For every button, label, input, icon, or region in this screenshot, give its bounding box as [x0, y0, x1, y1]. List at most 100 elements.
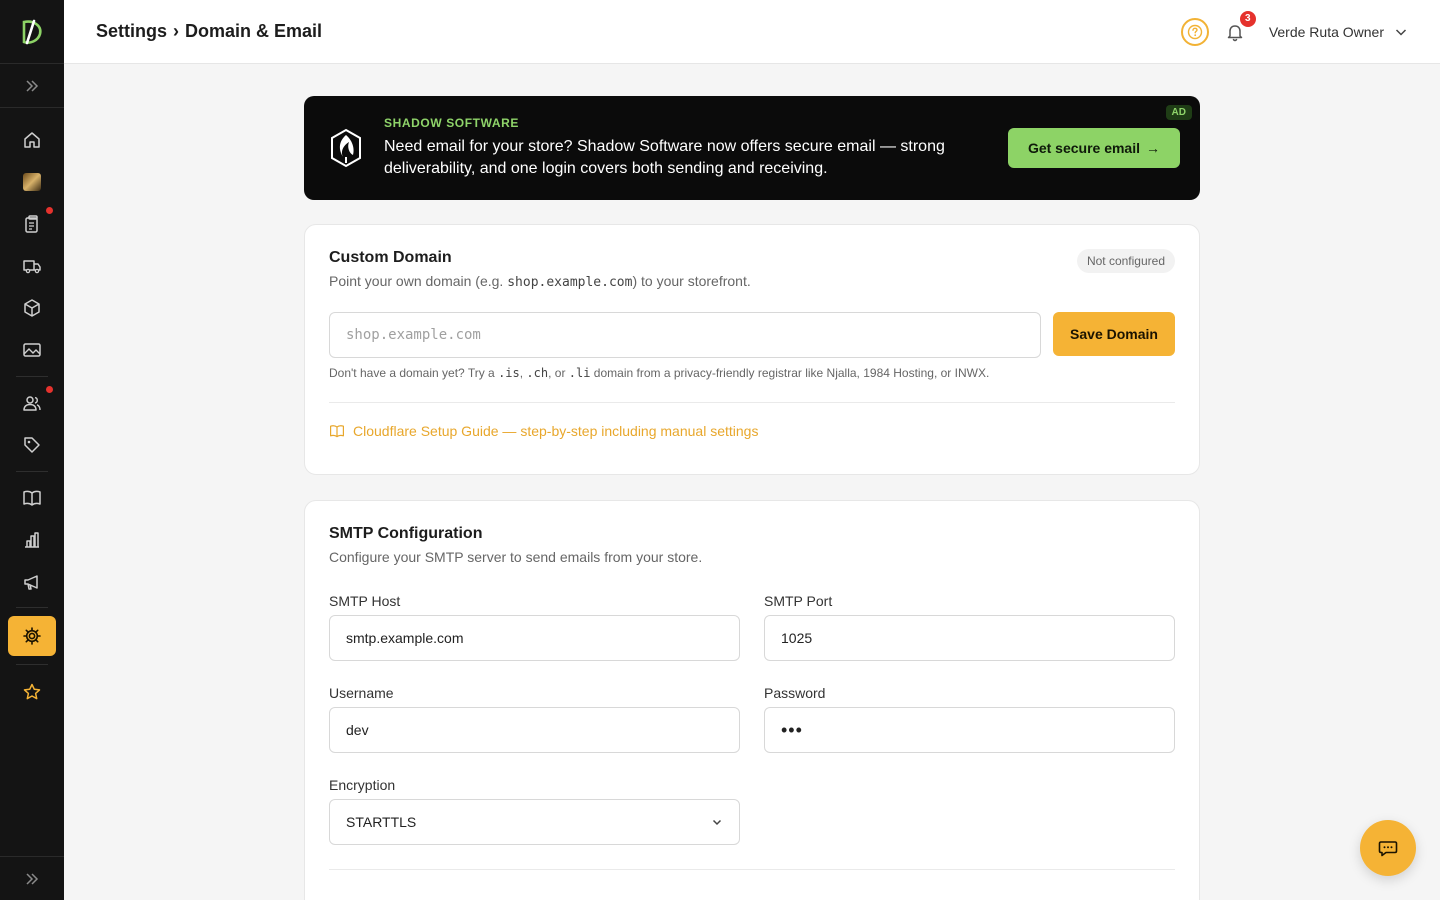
save-domain-button[interactable]: Save Domain	[1053, 312, 1175, 356]
domain-input[interactable]: shop.example.com	[329, 312, 1041, 358]
sidebar-separator	[16, 376, 48, 377]
hint-tld: .is	[498, 366, 520, 380]
get-secure-email-button[interactable]: Get secure email →	[1007, 128, 1180, 168]
smtp-port-label: SMTP Port	[764, 593, 833, 609]
app-logo[interactable]	[0, 0, 64, 64]
custom-domain-title: Custom Domain	[329, 249, 452, 266]
hint-text: domain from a privacy-friendly registrar…	[590, 366, 990, 380]
arrow-right-icon: →	[1146, 140, 1160, 156]
breadcrumb: Settings › Domain & Email	[96, 21, 322, 42]
description-text: ) to your storefront.	[632, 273, 751, 289]
sidebar-item-home[interactable]	[8, 120, 56, 160]
sidebar-expand-button[interactable]	[0, 64, 64, 108]
sidebar-item-store-avatar[interactable]	[8, 162, 56, 202]
sidebar	[0, 0, 64, 900]
chevron-down-icon	[1395, 28, 1407, 36]
question-icon	[1187, 24, 1203, 39]
smtp-config-card: SMTP Configuration Configure your SMTP s…	[304, 500, 1200, 900]
encryption-select[interactable]: STARTTLS	[329, 799, 740, 845]
breadcrumb-separator: ›	[173, 21, 180, 41]
hint-tld: .li	[568, 366, 591, 380]
book-open-icon	[23, 490, 41, 506]
page-title: Domain & Email	[185, 21, 323, 41]
sidebar-item-settings[interactable]	[8, 616, 56, 656]
sidebar-item-analytics[interactable]	[8, 520, 56, 560]
top-header: Settings › Domain & Email 3 Verde Ruta O…	[64, 0, 1440, 64]
clipboard-icon	[25, 215, 38, 233]
hint-text: , or	[548, 366, 569, 380]
sidebar-collapse-button[interactable]	[0, 856, 64, 900]
sidebar-item-favorites[interactable]	[8, 672, 56, 712]
sidebar-item-shipping[interactable]	[8, 246, 56, 286]
ad-brand: SHADOW SOFTWARE	[384, 116, 519, 130]
smtp-host-field: SMTP Host smtp.example.com	[329, 593, 740, 661]
smtp-port-field: SMTP Port 1025	[764, 593, 1175, 661]
help-button[interactable]	[1180, 17, 1209, 46]
hint-text: Don't have a domain yet? Try a	[329, 366, 499, 380]
tag-icon	[24, 437, 40, 453]
notification-count-badge: 3	[1239, 10, 1256, 27]
chevron-down-icon	[712, 819, 722, 826]
ad-banner: SHADOW SOFTWARE Need email for your stor…	[304, 96, 1200, 200]
star-icon	[23, 683, 41, 700]
sidebar-separator	[16, 664, 48, 665]
bar-chart-icon	[25, 532, 39, 548]
domain-hint: Don't have a domain yet? Try a .is, .ch,…	[329, 366, 1175, 380]
megaphone-icon	[24, 575, 38, 590]
username-label: Username	[329, 685, 394, 701]
sidebar-item-discounts[interactable]	[8, 425, 56, 465]
double-chevron-right-icon	[26, 872, 39, 885]
custom-domain-description: Point your own domain (e.g. shop.example…	[329, 273, 1175, 290]
truck-icon	[23, 260, 41, 274]
main-content: SHADOW SOFTWARE Need email for your stor…	[304, 96, 1200, 900]
description-text: Point your own domain (e.g.	[329, 273, 508, 289]
chat-icon	[1378, 841, 1398, 857]
gear-icon	[23, 627, 41, 645]
app-logo-icon	[22, 19, 42, 44]
smtp-title: SMTP Configuration	[329, 525, 483, 542]
sidebar-item-docs[interactable]	[8, 478, 56, 518]
password-input[interactable]: •••	[764, 707, 1175, 753]
breadcrumb-settings[interactable]: Settings	[96, 21, 167, 42]
password-label: Password	[764, 685, 826, 701]
ad-message: Need email for your store? Shadow Softwa…	[384, 138, 945, 177]
sidebar-item-marketing[interactable]	[8, 562, 56, 602]
domain-status-badge: Not configured	[1076, 249, 1175, 273]
smtp-host-input[interactable]: smtp.example.com	[329, 615, 740, 661]
box-icon	[24, 299, 40, 317]
encryption-label: Encryption	[329, 777, 396, 793]
username-input[interactable]: dev	[329, 707, 740, 753]
home-icon	[24, 132, 40, 148]
smtp-host-label: SMTP Host	[329, 593, 401, 609]
user-name: Verde Ruta Owner	[1268, 23, 1384, 40]
cloudflare-guide-label: Cloudflare Setup Guide — step-by-step in…	[353, 423, 759, 439]
smtp-port-input[interactable]: 1025	[764, 615, 1175, 661]
image-icon	[23, 343, 41, 357]
get-secure-email-label: Get secure email	[1027, 140, 1140, 156]
double-chevron-right-icon	[26, 79, 39, 92]
chat-button[interactable]	[1360, 820, 1416, 876]
store-avatar-icon	[23, 173, 41, 191]
divider	[329, 402, 1175, 403]
smtp-description: Configure your SMTP server to send email…	[329, 549, 703, 565]
users-icon	[23, 396, 41, 411]
custom-domain-card: Custom Domain Not configured Point your …	[304, 224, 1200, 475]
password-field: Password •••	[764, 685, 1175, 753]
ad-tag: AD	[1165, 105, 1192, 120]
sidebar-separator	[16, 607, 48, 608]
cloudflare-guide-link[interactable]: Cloudflare Setup Guide — step-by-step in…	[329, 423, 1175, 439]
shadow-software-logo	[324, 126, 368, 170]
hint-tld: .ch	[526, 366, 549, 380]
description-example-domain: shop.example.com	[507, 275, 633, 290]
encryption-field: Encryption STARTTLS	[329, 777, 740, 845]
sidebar-item-products[interactable]	[8, 288, 56, 328]
sidebar-separator	[16, 471, 48, 472]
sidebar-item-media[interactable]	[8, 330, 56, 370]
notifications-button[interactable]: 3	[1223, 10, 1256, 44]
user-menu[interactable]: Verde Ruta Owner	[1269, 24, 1408, 40]
orders-alert-dot	[46, 207, 53, 214]
shadow-software-logo-icon	[331, 128, 361, 168]
encryption-selected-value: STARTTLS	[346, 814, 417, 830]
divider	[329, 869, 1175, 870]
username-field: Username dev	[329, 685, 740, 753]
